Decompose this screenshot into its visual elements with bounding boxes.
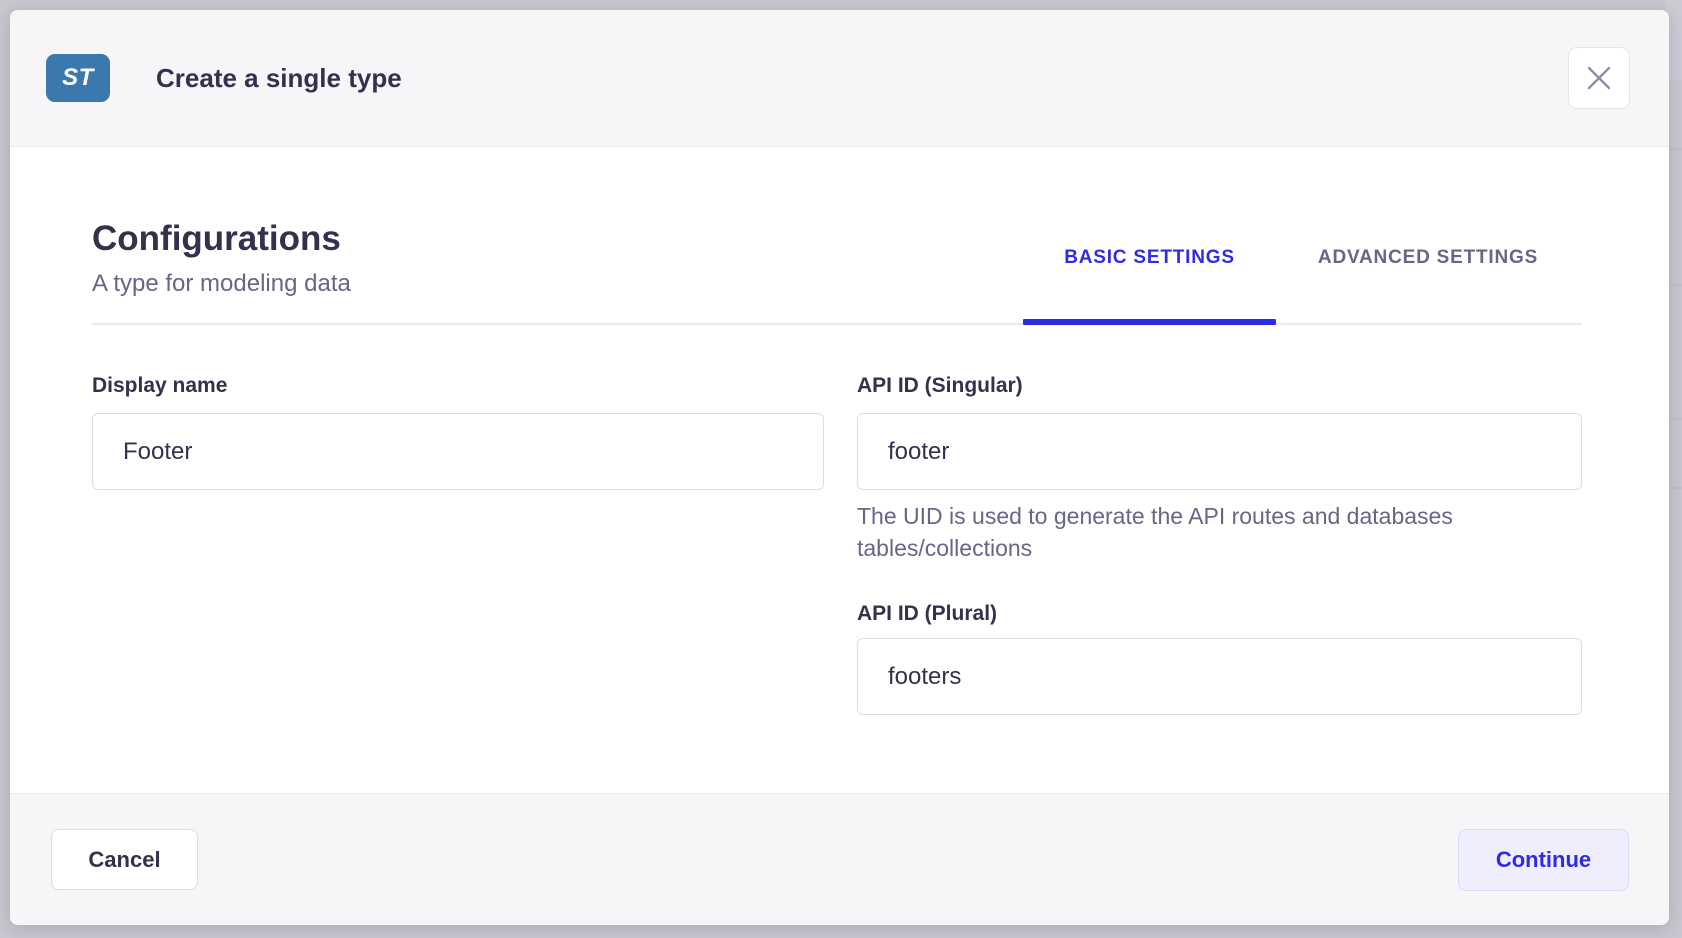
single-type-badge: ST	[46, 54, 110, 102]
section-subtitle: A type for modeling data	[92, 268, 351, 300]
modal-header: ST Create a single type	[10, 10, 1669, 147]
api-id-plural-label: API ID (Plural)	[857, 602, 997, 626]
api-id-singular-hint: The UID is used to generate the API rout…	[857, 500, 1537, 564]
section-title: Configurations	[92, 218, 341, 260]
tab-advanced-settings-label: ADVANCED SETTINGS	[1318, 247, 1538, 269]
section-divider	[92, 323, 1582, 325]
close-button[interactable]	[1568, 47, 1630, 109]
continue-button[interactable]: Continue	[1458, 829, 1629, 891]
tab-basic-settings-label: BASIC SETTINGS	[1064, 247, 1235, 269]
api-id-plural-input[interactable]	[857, 638, 1582, 715]
create-single-type-modal: ST Create a single type Configurations A…	[10, 10, 1669, 925]
single-type-badge-label: ST	[62, 64, 94, 92]
active-tab-underline	[1023, 319, 1276, 325]
modal-title: Create a single type	[156, 63, 402, 94]
api-id-singular-input[interactable]	[857, 413, 1582, 490]
cancel-button[interactable]: Cancel	[51, 829, 198, 890]
close-icon	[1586, 65, 1612, 91]
modal-footer: Cancel Continue	[10, 793, 1669, 925]
tab-basic-settings[interactable]: BASIC SETTINGS	[1023, 236, 1276, 280]
api-id-singular-label: API ID (Singular)	[857, 374, 1023, 398]
tab-advanced-settings[interactable]: ADVANCED SETTINGS	[1276, 236, 1580, 280]
modal-backdrop: ST Create a single type Configurations A…	[0, 0, 1682, 938]
display-name-input[interactable]	[92, 413, 824, 490]
display-name-label: Display name	[92, 374, 227, 398]
